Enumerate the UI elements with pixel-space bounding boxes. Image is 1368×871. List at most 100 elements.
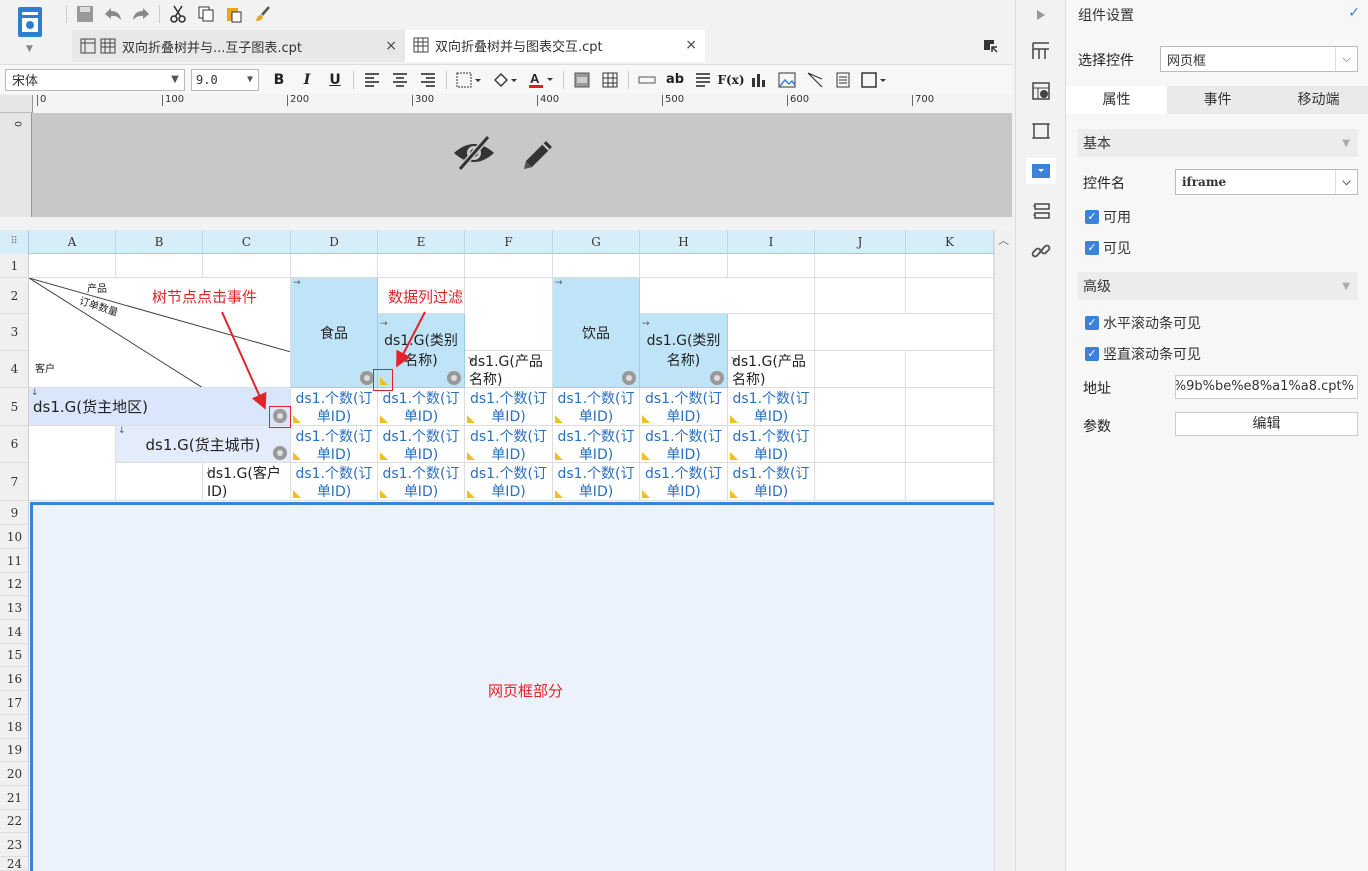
- row-header-6[interactable]: 6: [0, 426, 29, 463]
- select-widget-dropdown[interactable]: 网页框 ⌵: [1160, 46, 1358, 72]
- enabled-checkbox[interactable]: ✓ 可用: [1085, 207, 1131, 227]
- cell-count-d7[interactable]: ds1.个数(订单ID): [291, 463, 378, 501]
- cell-element-button[interactable]: [857, 68, 891, 92]
- cell-j7[interactable]: [815, 463, 906, 501]
- italic-button[interactable]: I: [293, 68, 321, 92]
- chevron-up-icon[interactable]: ︿: [998, 232, 1009, 248]
- format-painter-button[interactable]: [248, 2, 276, 26]
- row-header-16[interactable]: 16: [0, 667, 29, 691]
- cell-j5[interactable]: [815, 388, 906, 426]
- cell-count-f6[interactable]: ds1.个数(订单ID): [465, 426, 553, 463]
- split-cells-button[interactable]: [596, 68, 624, 92]
- column-header-h[interactable]: H: [640, 230, 728, 254]
- parameter-panel[interactable]: [32, 113, 1012, 217]
- insert-chart-button[interactable]: [745, 68, 773, 92]
- cell-j2[interactable]: [815, 278, 906, 314]
- font-color-button[interactable]: A: [523, 68, 559, 92]
- cell-count-g5[interactable]: ds1.个数(订单ID): [553, 388, 640, 426]
- row-header-7[interactable]: 7: [0, 463, 29, 501]
- cell-f2[interactable]: [465, 278, 553, 351]
- hyperlink-button[interactable]: [1026, 238, 1056, 264]
- row-header-21[interactable]: 21: [0, 786, 29, 810]
- cell-j4[interactable]: [815, 351, 906, 388]
- row-header-14[interactable]: 14: [0, 620, 29, 644]
- cell-k5[interactable]: [906, 388, 994, 426]
- cell-drink[interactable]: → 饮品: [553, 278, 640, 388]
- cell-a1[interactable]: [29, 254, 116, 278]
- eye-slash-icon[interactable]: [452, 135, 496, 171]
- column-header-d[interactable]: D: [291, 230, 378, 254]
- row-header-12[interactable]: 12: [0, 573, 29, 596]
- cell-count-h6[interactable]: ds1.个数(订单ID): [640, 426, 728, 463]
- column-header-c[interactable]: C: [203, 230, 291, 254]
- widget-name-field[interactable]: iframe ⌵: [1175, 169, 1358, 195]
- insert-subreport-button[interactable]: [829, 68, 857, 92]
- align-left-button[interactable]: [358, 68, 386, 92]
- app-logo-icon[interactable]: [17, 6, 43, 38]
- insert-image-button[interactable]: [773, 68, 801, 92]
- underline-button[interactable]: U: [321, 68, 349, 92]
- cell-attributes-button[interactable]: [1026, 78, 1056, 104]
- insert-widget-button[interactable]: [633, 68, 661, 92]
- row-header-4[interactable]: 4: [0, 351, 29, 388]
- cell-c1[interactable]: [203, 254, 291, 278]
- row-header-18[interactable]: 18: [0, 715, 29, 739]
- row-header-9[interactable]: 9: [0, 501, 29, 525]
- tab-file-1[interactable]: 双向折叠树并与...互子图表.cpt ×: [72, 30, 405, 62]
- tab-menu-icon[interactable]: [982, 38, 998, 54]
- cell-e1[interactable]: [378, 254, 465, 278]
- cell-j1[interactable]: [815, 254, 906, 278]
- row-header-20[interactable]: 20: [0, 762, 29, 786]
- fill-color-button[interactable]: [487, 68, 523, 92]
- cell-j6[interactable]: [815, 426, 906, 463]
- cell-category-2[interactable]: → ds1.G(类别名称): [640, 314, 728, 388]
- select-all-corner[interactable]: ⠿: [0, 230, 29, 254]
- cell-f1[interactable]: [465, 254, 553, 278]
- row-header-23[interactable]: 23: [0, 833, 29, 857]
- gear-icon[interactable]: [360, 371, 374, 385]
- redo-button[interactable]: [127, 2, 155, 26]
- bold-button[interactable]: B: [265, 68, 293, 92]
- cell-b7[interactable]: [116, 463, 203, 501]
- cell-h2[interactable]: [640, 278, 815, 314]
- cell-count-h5[interactable]: ds1.个数(订单ID): [640, 388, 728, 426]
- gear-icon[interactable]: [622, 371, 636, 385]
- logo-caret-icon[interactable]: ▼: [26, 44, 33, 54]
- save-button[interactable]: [71, 2, 99, 26]
- cell-count-f7[interactable]: ds1.个数(订单ID): [465, 463, 553, 501]
- cell-g1[interactable]: [553, 254, 640, 278]
- row-header-17[interactable]: 17: [0, 691, 29, 715]
- undo-button[interactable]: [99, 2, 127, 26]
- visible-checkbox[interactable]: ✓ 可见: [1085, 238, 1131, 258]
- column-header-j[interactable]: J: [815, 230, 906, 254]
- cell-i1[interactable]: [728, 254, 815, 278]
- paste-button[interactable]: [220, 2, 248, 26]
- edit-params-button[interactable]: 编辑: [1175, 412, 1358, 436]
- pencil-icon[interactable]: [518, 135, 558, 175]
- cell-b1[interactable]: [116, 254, 203, 278]
- cell-count-g7[interactable]: ds1.个数(订单ID): [553, 463, 640, 501]
- row-header-15[interactable]: 15: [0, 644, 29, 667]
- gear-icon[interactable]: [447, 371, 461, 385]
- tab-properties[interactable]: 属性: [1066, 86, 1167, 114]
- tab-file-2[interactable]: 双向折叠树并与图表交互.cpt ×: [405, 30, 705, 62]
- row-header-24[interactable]: 24: [0, 857, 29, 871]
- cell-k7[interactable]: [906, 463, 994, 501]
- column-header-a[interactable]: A: [29, 230, 116, 254]
- cell-d1[interactable]: [291, 254, 378, 278]
- vertical-scrollbar[interactable]: ︿: [994, 230, 1012, 871]
- collapse-panel-button[interactable]: [1026, 2, 1056, 28]
- cell-region[interactable]: ↓ ds1.G(货主地区): [29, 388, 291, 426]
- copy-button[interactable]: [192, 2, 220, 26]
- row-header-11[interactable]: 11: [0, 549, 29, 573]
- column-header-f[interactable]: F: [465, 230, 553, 254]
- spreadsheet-grid[interactable]: A B C D E F G H I J K ⠿ 1 2 3 4 5 6 7 9 …: [0, 230, 994, 871]
- row-header-3[interactable]: 3: [0, 314, 29, 351]
- merge-cells-button[interactable]: [568, 68, 596, 92]
- align-center-button[interactable]: [386, 68, 414, 92]
- font-family-select[interactable]: 宋体 ▼: [5, 68, 185, 91]
- vscroll-checkbox[interactable]: ✓ 竖直滚动条可见: [1085, 344, 1201, 364]
- cell-count-e6[interactable]: ds1.个数(订单ID): [378, 426, 465, 463]
- column-header-k[interactable]: K: [906, 230, 994, 254]
- cell-city[interactable]: ↓ ds1.G(货主城市): [116, 426, 291, 463]
